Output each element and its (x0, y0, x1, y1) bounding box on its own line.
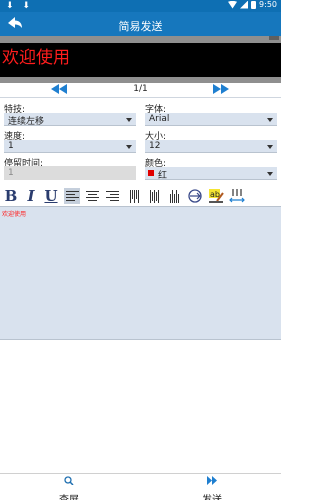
align-left-icon (65, 191, 79, 201)
align-right-button[interactable] (104, 188, 120, 204)
size-value: 12 (149, 141, 161, 151)
speed-select[interactable]: 1 (4, 140, 136, 153)
text-editor[interactable]: 欢迎使用 (0, 206, 281, 340)
font-value: Arial (149, 114, 170, 124)
align-left-button[interactable] (64, 188, 80, 204)
battery-icon (251, 0, 257, 9)
align-right-icon (105, 191, 119, 201)
valign-top-button[interactable] (126, 188, 142, 204)
valign-top-icon (129, 189, 139, 203)
color-swatch (148, 170, 154, 176)
valign-middle-button[interactable] (146, 188, 162, 204)
send-button[interactable]: 发送 (182, 476, 242, 500)
italic-icon: I (27, 187, 35, 205)
color-select[interactable]: 红 (145, 167, 277, 181)
align-center-icon (85, 191, 99, 201)
signal-icon (240, 0, 249, 9)
dropdown-arrow-icon (267, 172, 273, 176)
led-preview-screen: 欢迎使用 (0, 43, 281, 77)
underline-icon: U (44, 187, 58, 205)
rotate-icon (188, 189, 202, 203)
dropdown-arrow-icon (126, 145, 132, 149)
view-screen-label: 查屏 (39, 491, 99, 500)
wifi-icon (228, 0, 238, 9)
format-toolbar: B I U ab (0, 186, 281, 206)
download-icon: ⬇ ⬇ (6, 1, 33, 11)
color-value: 红 (158, 171, 168, 181)
effect-value: 连续左移 (8, 117, 45, 127)
rotate-button[interactable] (187, 188, 203, 204)
page-title: 简易发送 (118, 20, 163, 33)
view-screen-button[interactable]: 查屏 (39, 476, 99, 500)
double-right-arrow-icon (207, 476, 217, 485)
led-preview-text: 欢迎使用 (2, 48, 70, 68)
highlighter-icon: ab (209, 189, 224, 203)
status-time: 9:50 (259, 0, 277, 9)
dropdown-arrow-icon (267, 118, 273, 122)
title-bar: 简易发送 (0, 12, 281, 36)
stay-time-input[interactable]: 1 (4, 166, 136, 180)
send-label: 发送 (182, 491, 242, 500)
preview-handle (269, 36, 279, 40)
letter-spacing-icon (229, 189, 245, 203)
next-page-button[interactable] (213, 84, 229, 94)
spacing-button[interactable] (229, 188, 245, 204)
status-icons: 9:50 (228, 0, 277, 9)
underline-button[interactable]: U (43, 187, 59, 205)
page-navigator: 1/1 (0, 83, 281, 96)
text-highlight-button[interactable]: ab (208, 188, 224, 204)
dropdown-arrow-icon (267, 145, 273, 149)
valign-bottom-icon (169, 189, 179, 203)
size-select[interactable]: 12 (145, 140, 277, 153)
valign-middle-icon (149, 189, 159, 203)
bold-icon: B (4, 187, 18, 205)
page-indicator: 1/1 (133, 84, 148, 94)
double-right-arrow-icon (213, 84, 229, 94)
italic-button[interactable]: I (23, 187, 39, 205)
divider (0, 97, 281, 98)
bottom-navigation: 查屏 发送 (0, 473, 281, 500)
dropdown-arrow-icon (126, 118, 132, 122)
font-select[interactable]: Arial (145, 113, 277, 126)
search-icon (64, 476, 74, 486)
speed-value: 1 (8, 141, 14, 151)
align-center-button[interactable] (84, 188, 100, 204)
led-preview-panel: 欢迎使用 (0, 36, 281, 83)
stay-time-value: 1 (8, 168, 14, 178)
editor-text: 欢迎使用 (2, 211, 27, 218)
bold-button[interactable]: B (3, 187, 19, 205)
status-bar: ⬇ ⬇ 9:50 (0, 0, 281, 12)
valign-bottom-button[interactable] (166, 188, 182, 204)
effect-select[interactable]: 连续左移 (4, 113, 136, 127)
